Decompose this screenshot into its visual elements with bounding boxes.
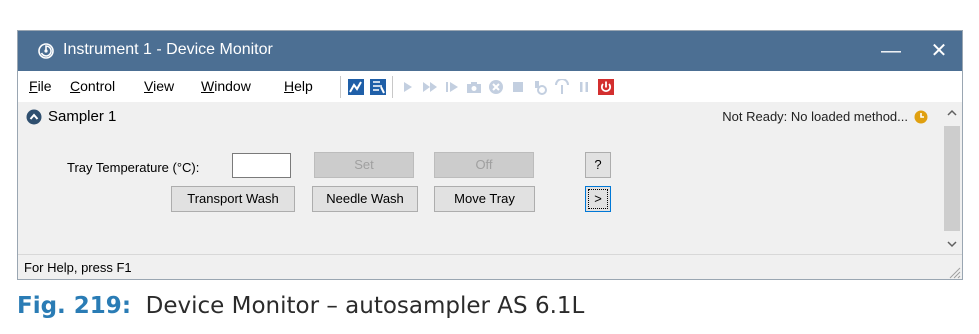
menu-view-label: iew: [153, 78, 175, 94]
pause-icon[interactable]: [576, 79, 592, 95]
help-button[interactable]: ?: [585, 152, 611, 178]
needle-wash-button[interactable]: Needle Wash: [312, 186, 418, 212]
window-title: Instrument 1 - Device Monitor: [63, 41, 273, 58]
camera-icon[interactable]: [466, 79, 482, 95]
menu-view-mnemonic: V: [144, 78, 154, 94]
device-header: Sampler 1 Not Ready: No loaded method...: [18, 102, 942, 132]
device-status: Not Ready: No loaded method...: [722, 109, 908, 124]
off-button[interactable]: Off: [434, 152, 534, 178]
move-tray-button[interactable]: Move Tray: [434, 186, 535, 212]
figure-caption: Fig. 219: Device Monitor – autosampler A…: [17, 293, 584, 319]
collapse-icon[interactable]: [26, 109, 42, 125]
menu-view[interactable]: View: [144, 78, 174, 94]
menu-control[interactable]: Control: [70, 78, 115, 94]
scroll-thumb[interactable]: [944, 126, 960, 231]
menu-help-label: elp: [294, 78, 313, 94]
clock-icon: [914, 110, 928, 124]
menu-window-mnemonic: W: [201, 78, 215, 94]
expand-button[interactable]: >: [585, 186, 611, 212]
status-bar: For Help, press F1: [18, 254, 962, 280]
menu-file[interactable]: File: [29, 78, 52, 94]
set-button[interactable]: Set: [314, 152, 414, 178]
power-icon[interactable]: [598, 79, 614, 95]
wash-icon[interactable]: [554, 79, 570, 95]
device-monitor-window: Instrument 1 - Device Monitor — ✕ File C…: [17, 30, 963, 280]
fast-forward-icon[interactable]: [422, 79, 438, 95]
figure-label: Fig. 219:: [17, 293, 132, 319]
menu-help[interactable]: Help: [284, 78, 313, 94]
menu-file-mnemonic: F: [29, 78, 38, 94]
minimize-button[interactable]: —: [868, 31, 914, 71]
tray-temperature-label: Tray Temperature (°C):: [67, 160, 200, 175]
transport-wash-button[interactable]: Transport Wash: [171, 186, 295, 212]
menu-bar: File Control View Window Help: [18, 71, 962, 101]
figure-caption-text: Device Monitor – autosampler AS 6.1L: [145, 293, 585, 319]
scroll-down-icon[interactable]: [942, 233, 962, 255]
menu-control-mnemonic: C: [70, 78, 81, 94]
status-help-text: For Help, press F1: [24, 260, 132, 275]
expand-button-label: >: [594, 191, 602, 206]
device-name: Sampler 1: [48, 108, 117, 125]
menu-help-mnemonic: H: [284, 78, 295, 94]
play-icon[interactable]: [400, 79, 416, 95]
cancel-icon[interactable]: [488, 79, 504, 95]
report-icon[interactable]: [370, 79, 386, 95]
purge-icon[interactable]: [532, 79, 548, 95]
menu-control-label: ontrol: [80, 78, 116, 94]
vertical-scrollbar[interactable]: [942, 102, 962, 257]
toolbar-separator: [392, 76, 393, 98]
toolbar-separator: [340, 76, 341, 98]
app-icon: [38, 43, 54, 59]
close-button[interactable]: ✕: [916, 31, 962, 71]
menu-window[interactable]: Window: [201, 78, 251, 94]
menu-window-label: indow: [214, 78, 251, 94]
resize-grip-icon[interactable]: [946, 264, 962, 280]
title-bar[interactable]: Instrument 1 - Device Monitor — ✕: [18, 31, 962, 71]
stop-icon[interactable]: [510, 79, 526, 95]
step-icon[interactable]: [444, 79, 460, 95]
menu-file-label: ile: [37, 78, 52, 94]
device-panel: Tray Temperature (°C): Set Off ? Transpo…: [18, 132, 942, 254]
tray-temperature-input[interactable]: [232, 153, 291, 178]
scroll-up-icon[interactable]: [942, 102, 962, 124]
chart-icon[interactable]: [348, 79, 364, 95]
